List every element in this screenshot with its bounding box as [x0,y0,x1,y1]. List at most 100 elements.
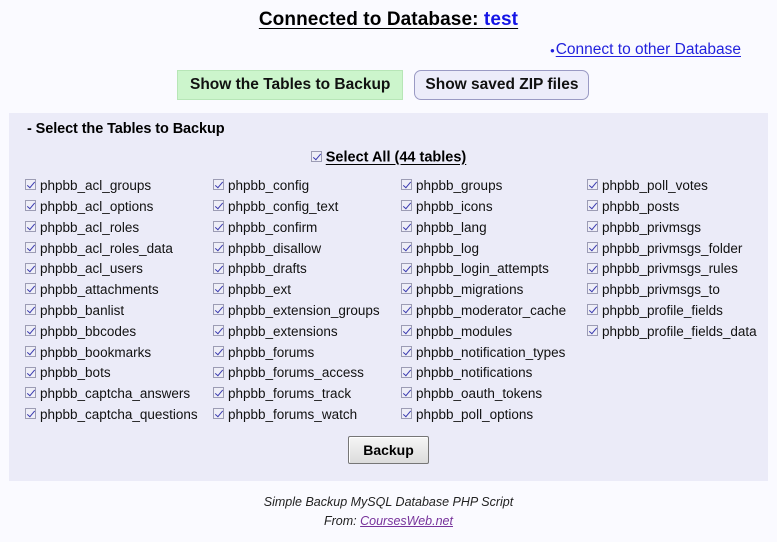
table-row[interactable]: phpbb_captcha_questions [25,404,213,425]
table-checkbox[interactable] [587,200,598,212]
table-row[interactable]: phpbb_config_text [213,196,401,217]
table-checkbox[interactable] [401,200,412,212]
table-checkbox[interactable] [25,179,36,191]
table-checkbox[interactable] [213,221,224,233]
table-row[interactable]: phpbb_disallow [213,238,401,259]
table-row[interactable]: phpbb_profile_fields_data [587,321,775,342]
table-name-label: phpbb_config [228,178,310,194]
table-row[interactable]: phpbb_profile_fields [587,300,775,321]
table-checkbox[interactable] [213,387,224,399]
table-row[interactable]: phpbb_notifications [401,363,587,384]
table-checkbox[interactable] [213,283,224,295]
table-checkbox[interactable] [213,200,224,212]
table-row[interactable]: phpbb_acl_roles_data [25,238,213,259]
footer-from-label: From: [324,514,361,529]
table-row[interactable]: phpbb_extensions [213,321,401,342]
table-checkbox[interactable] [25,345,36,357]
table-checkbox[interactable] [587,262,598,274]
table-checkbox[interactable] [25,366,36,378]
coursesweb-link[interactable]: CoursesWeb.net [360,514,453,528]
table-row[interactable]: phpbb_posts [587,196,775,217]
table-checkbox[interactable] [25,387,36,399]
table-checkbox[interactable] [213,262,224,274]
table-checkbox[interactable] [401,345,412,357]
table-row[interactable]: phpbb_captcha_answers [25,384,213,405]
table-row[interactable]: phpbb_moderator_cache [401,300,587,321]
table-checkbox[interactable] [401,241,412,253]
table-row[interactable]: phpbb_acl_roles [25,217,213,238]
table-checkbox[interactable] [587,221,598,233]
table-checkbox[interactable] [587,304,598,316]
table-checkbox[interactable] [401,387,412,399]
table-row[interactable]: phpbb_extension_groups [213,300,401,321]
table-row[interactable]: phpbb_config [213,176,401,197]
table-checkbox[interactable] [401,179,412,191]
table-row[interactable]: phpbb_oauth_tokens [401,384,587,405]
table-row[interactable]: phpbb_banlist [25,300,213,321]
connect-other-database-link[interactable]: Connect to other Database [556,41,741,58]
table-checkbox[interactable] [213,345,224,357]
table-row[interactable]: phpbb_privmsgs_folder [587,238,775,259]
table-row[interactable]: phpbb_ext [213,280,401,301]
table-name-label: phpbb_groups [416,178,503,194]
table-row[interactable]: phpbb_login_attempts [401,259,587,280]
table-row[interactable]: phpbb_poll_votes [587,176,775,197]
table-row[interactable]: phpbb_drafts [213,259,401,280]
table-checkbox[interactable] [213,241,224,253]
select-all-label[interactable]: Select All (44 tables) [326,150,467,166]
table-row[interactable]: phpbb_log [401,238,587,259]
table-checkbox[interactable] [213,179,224,191]
table-row[interactable]: phpbb_notification_types [401,342,587,363]
table-checkbox[interactable] [401,283,412,295]
table-row[interactable]: phpbb_privmsgs [587,217,775,238]
table-row[interactable]: phpbb_forums [213,342,401,363]
table-checkbox[interactable] [25,283,36,295]
table-checkbox[interactable] [587,179,598,191]
table-row[interactable]: phpbb_groups [401,176,587,197]
table-checkbox[interactable] [25,304,36,316]
table-row[interactable]: phpbb_bbcodes [25,321,213,342]
table-row[interactable]: phpbb_forums_track [213,384,401,405]
table-checkbox[interactable] [401,366,412,378]
table-row[interactable]: phpbb_bookmarks [25,342,213,363]
table-checkbox[interactable] [401,408,412,420]
table-checkbox[interactable] [401,262,412,274]
table-checkbox[interactable] [587,241,598,253]
table-row[interactable]: phpbb_acl_options [25,196,213,217]
table-checkbox[interactable] [25,221,36,233]
table-row[interactable]: phpbb_forums_access [213,363,401,384]
table-checkbox[interactable] [401,304,412,316]
select-all-checkbox[interactable] [310,151,322,163]
table-row[interactable]: phpbb_icons [401,196,587,217]
table-row[interactable]: phpbb_migrations [401,280,587,301]
table-checkbox[interactable] [25,408,36,420]
table-row[interactable]: phpbb_privmsgs_to [587,280,775,301]
table-row[interactable]: phpbb_attachments [25,280,213,301]
table-checkbox[interactable] [25,262,36,274]
table-row[interactable]: phpbb_privmsgs_rules [587,259,775,280]
show-saved-zip-files-button[interactable]: Show saved ZIP files [414,70,590,101]
table-checkbox[interactable] [213,366,224,378]
table-checkbox[interactable] [25,325,36,337]
show-tables-to-backup-button[interactable]: Show the Tables to Backup [177,70,404,101]
table-row[interactable]: phpbb_forums_watch [213,404,401,425]
table-row[interactable]: phpbb_modules [401,321,587,342]
table-checkbox[interactable] [213,304,224,316]
table-row[interactable]: phpbb_acl_users [25,259,213,280]
table-name-label: phpbb_profile_fields [602,302,723,318]
table-checkbox[interactable] [587,325,598,337]
table-checkbox[interactable] [587,283,598,295]
table-checkbox[interactable] [25,200,36,212]
table-checkbox[interactable] [401,221,412,233]
table-checkbox[interactable] [401,325,412,337]
table-checkbox[interactable] [213,408,224,420]
table-row[interactable]: phpbb_lang [401,217,587,238]
table-row[interactable]: phpbb_acl_groups [25,176,213,197]
bullet-icon: • [550,43,555,59]
table-checkbox[interactable] [213,325,224,337]
table-row[interactable]: phpbb_poll_options [401,404,587,425]
backup-button[interactable]: Backup [348,436,429,465]
table-row[interactable]: phpbb_bots [25,363,213,384]
table-checkbox[interactable] [25,241,36,253]
table-row[interactable]: phpbb_confirm [213,217,401,238]
